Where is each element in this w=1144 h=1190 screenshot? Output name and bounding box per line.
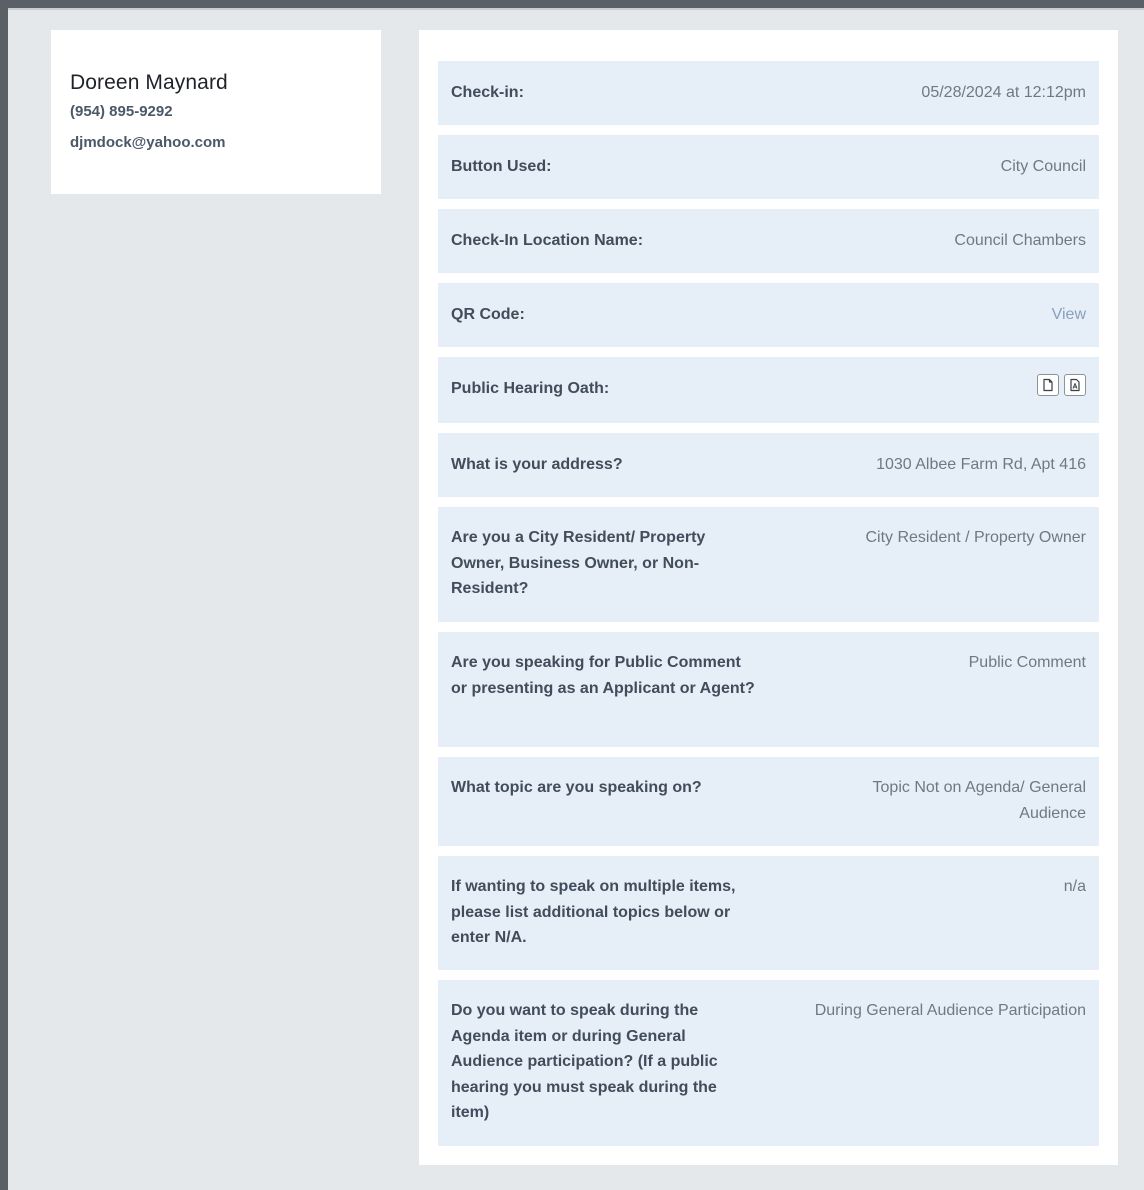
field-row-timing: Do you want to speak during the Agenda i… bbox=[438, 980, 1099, 1146]
field-value-checkin: 05/28/2024 at 12:12pm bbox=[921, 84, 1086, 101]
field-label-oath: Public Hearing Oath: bbox=[451, 380, 610, 397]
field-row-additional-topics: If wanting to speak on multiple items, p… bbox=[438, 856, 1099, 970]
window-top-divider bbox=[8, 8, 1144, 10]
field-value-timing: During General Audience Participation bbox=[814, 1002, 1086, 1019]
window-left-edge bbox=[0, 0, 8, 1190]
field-value-residency: City Resident / Property Owner bbox=[865, 529, 1086, 546]
view-pdf-button[interactable] bbox=[1064, 374, 1086, 396]
field-label-qr-code: QR Code: bbox=[451, 306, 525, 323]
field-value-speaking-role: Public Comment bbox=[968, 654, 1086, 671]
pdf-icon bbox=[1070, 378, 1080, 392]
document-icon bbox=[1043, 378, 1053, 392]
field-value-additional-topics: n/a bbox=[1063, 878, 1086, 895]
field-label-address: What is your address? bbox=[451, 456, 623, 473]
contact-name: Doreen Maynard bbox=[70, 71, 228, 94]
field-row-speaking-role: Are you speaking for Public Comment or p… bbox=[438, 632, 1099, 747]
field-value-location: Council Chambers bbox=[954, 232, 1086, 249]
contact-phone: (954) 895-9292 bbox=[70, 103, 173, 120]
field-row-residency: Are you a City Resident/ Property Owner,… bbox=[438, 507, 1099, 622]
field-value-address: 1030 Albee Farm Rd, Apt 416 bbox=[876, 456, 1086, 473]
field-row-address: What is your address? 1030 Albee Farm Rd… bbox=[438, 433, 1099, 497]
checkin-details-panel: Check-in: 05/28/2024 at 12:12pm Button U… bbox=[419, 30, 1118, 1165]
field-label-location: Check-In Location Name: bbox=[451, 232, 644, 249]
contact-email: djmdock@yahoo.com bbox=[70, 134, 226, 151]
field-label-checkin: Check-in: bbox=[451, 84, 524, 101]
view-document-button[interactable] bbox=[1037, 374, 1059, 396]
field-label-additional-topics: If wanting to speak on multiple items, p… bbox=[451, 878, 736, 946]
field-label-timing: Do you want to speak during the Agenda i… bbox=[451, 1002, 718, 1121]
qr-code-view-link[interactable]: View bbox=[766, 302, 1086, 328]
field-row-qr-code: QR Code: View bbox=[438, 283, 1099, 347]
field-row-checkin: Check-in: 05/28/2024 at 12:12pm bbox=[438, 61, 1099, 125]
field-label-speaking-role: Are you speaking for Public Comment or p… bbox=[451, 654, 755, 697]
field-row-oath: Public Hearing Oath: bbox=[438, 357, 1099, 423]
oath-document-buttons bbox=[1037, 374, 1086, 396]
contact-card: Doreen Maynard (954) 895-9292 djmdock@ya… bbox=[51, 30, 381, 194]
field-value-button-used: City Council bbox=[1000, 158, 1086, 175]
window-top-edge bbox=[0, 0, 1144, 8]
field-label-topic: What topic are you speaking on? bbox=[451, 779, 702, 796]
field-value-topic: Topic Not on Agenda/ General Audience bbox=[872, 779, 1086, 822]
field-row-topic: What topic are you speaking on? Topic No… bbox=[438, 757, 1099, 846]
field-row-location: Check-In Location Name: Council Chambers bbox=[438, 209, 1099, 273]
field-label-button-used: Button Used: bbox=[451, 158, 552, 175]
field-label-residency: Are you a City Resident/ Property Owner,… bbox=[451, 529, 706, 597]
field-row-button-used: Button Used: City Council bbox=[438, 135, 1099, 199]
